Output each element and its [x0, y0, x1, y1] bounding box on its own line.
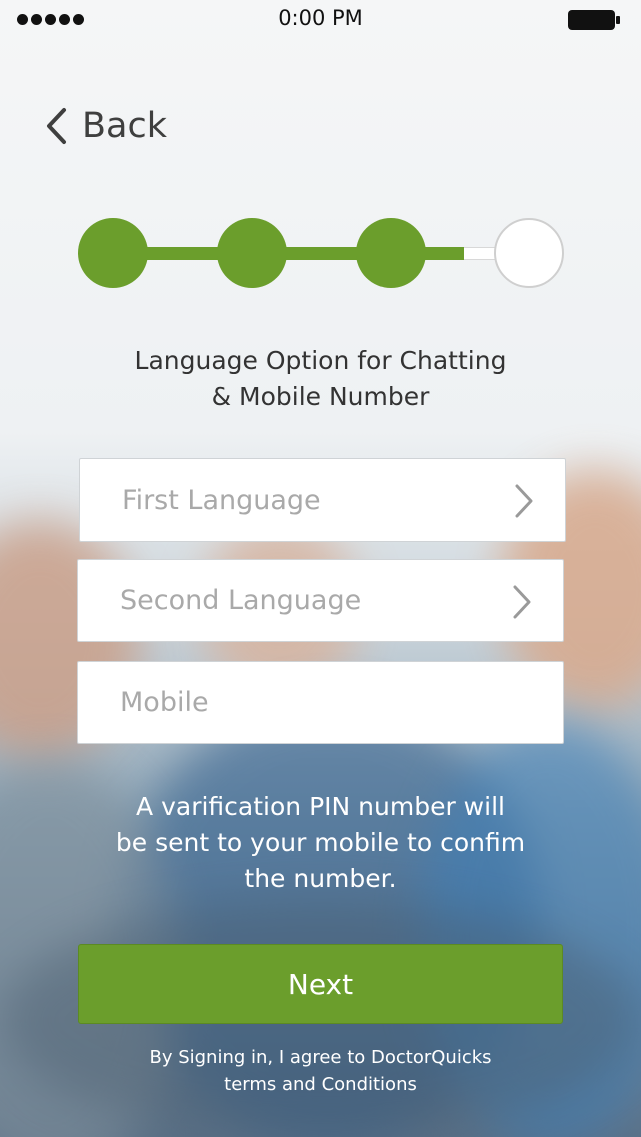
step-complete [356, 218, 426, 288]
page-title-line-2: & Mobile Number [211, 382, 430, 411]
mobile-placeholder: Mobile [120, 687, 209, 718]
mobile-input[interactable]: Mobile [77, 661, 564, 744]
step-pending [494, 218, 564, 288]
progress-connector-fill [283, 247, 360, 260]
page-title-line-1: Language Option for Chatting [134, 346, 507, 375]
next-button[interactable]: Next [78, 944, 563, 1024]
chevron-right-icon [515, 484, 533, 518]
first-language-select[interactable]: First Language [79, 458, 566, 542]
terms-notice: By Signing in, I agree to DoctorQuicks t… [0, 1044, 641, 1098]
hint-line-1: A varification PIN number will [136, 792, 505, 821]
step-complete [78, 218, 148, 288]
second-language-select[interactable]: Second Language [77, 559, 564, 642]
hint-line-3: the number. [244, 864, 397, 893]
hint-line-2: be sent to your mobile to confim [115, 828, 526, 857]
progress-stepper [0, 0, 641, 300]
chevron-right-icon [513, 585, 531, 619]
second-language-placeholder: Second Language [120, 585, 362, 616]
terms-link[interactable]: terms and Conditions [224, 1074, 417, 1095]
verification-hint: A varification PIN number will be sent t… [0, 789, 641, 897]
step-complete [217, 218, 287, 288]
page-title: Language Option for Chatting & Mobile Nu… [0, 343, 641, 415]
progress-connector-fill [144, 247, 221, 260]
first-language-placeholder: First Language [122, 484, 321, 516]
terms-line-1: By Signing in, I agree to DoctorQuicks [149, 1047, 492, 1068]
progress-connector-fill [422, 247, 464, 260]
